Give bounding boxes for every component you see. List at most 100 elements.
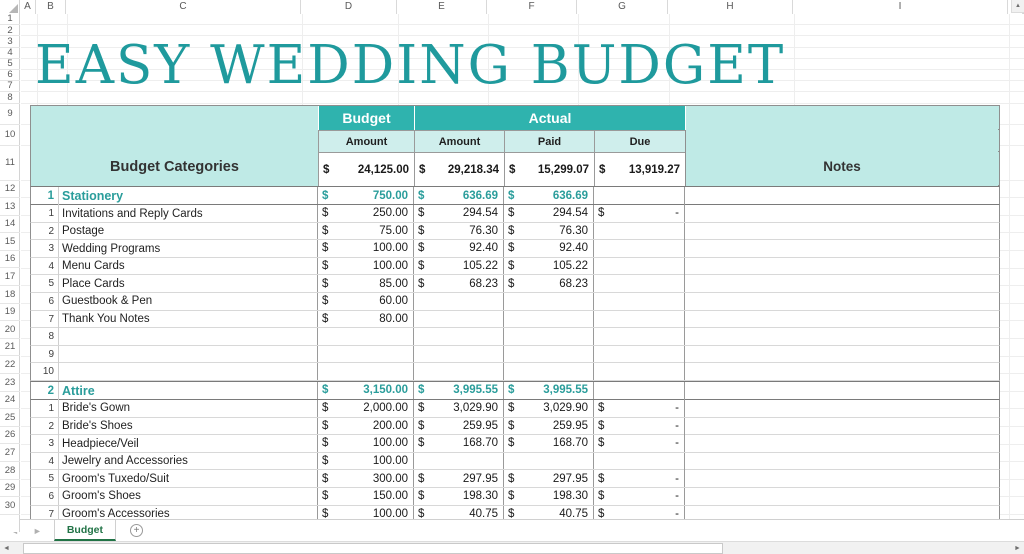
item-due[interactable]	[593, 328, 684, 345]
row-header-2[interactable]: 2	[0, 25, 20, 37]
category-budget-amount[interactable]: $3,150.00	[317, 381, 413, 399]
category-due[interactable]	[593, 381, 684, 399]
table-row[interactable]: 7 Thank You Notes $80.00	[30, 310, 1000, 329]
item-notes[interactable]	[684, 487, 997, 505]
row-header-8[interactable]: 8	[0, 92, 20, 104]
item-due[interactable]: $ -	[593, 435, 684, 452]
table-row[interactable]: 1 Bride's Gown $2,000.00 $3,029.90 $3,029.90…	[30, 399, 1000, 418]
row-header-13[interactable]: 13	[0, 198, 20, 216]
table-row[interactable]: 1 Invitations and Reply Cards $250.00 $294.…	[30, 205, 1000, 223]
item-actual-amount[interactable]: $297.95	[413, 470, 503, 487]
row-header-11[interactable]: 11	[0, 146, 20, 181]
item-budget-amount[interactable]: $100.00	[317, 452, 413, 470]
item-paid[interactable]: $198.30	[503, 487, 593, 505]
item-actual-amount[interactable]: $168.70	[413, 435, 503, 452]
item-due[interactable]	[593, 275, 684, 292]
category-actual-amount[interactable]: $3,995.55	[413, 381, 503, 399]
item-budget-amount[interactable]: $200.00	[317, 417, 413, 435]
item-paid[interactable]: $294.54	[503, 205, 593, 222]
select-all-corner[interactable]	[0, 0, 20, 14]
table-row[interactable]: 9	[30, 345, 1000, 364]
item-budget-amount[interactable]	[317, 345, 413, 363]
item-notes[interactable]	[684, 205, 997, 222]
item-paid[interactable]	[503, 363, 593, 380]
row-header-6[interactable]: 6	[0, 70, 20, 82]
item-budget-amount[interactable]: $100.00	[317, 257, 413, 275]
item-notes[interactable]	[684, 363, 997, 381]
item-budget-amount[interactable]: $85.00	[317, 275, 413, 292]
item-budget-amount[interactable]: $300.00	[317, 470, 413, 487]
item-notes[interactable]	[684, 452, 997, 470]
category-due[interactable]	[593, 187, 684, 204]
item-actual-amount[interactable]: $3,029.90	[413, 399, 503, 417]
column-header-i[interactable]: I	[793, 0, 1008, 14]
row-header-23[interactable]: 23	[0, 374, 20, 392]
row-header-16[interactable]: 16	[0, 251, 20, 269]
row-header-14[interactable]: 14	[0, 216, 20, 234]
item-due[interactable]: $ -	[593, 205, 684, 222]
column-header-d[interactable]: D	[301, 0, 397, 14]
column-header-h[interactable]: H	[668, 0, 793, 14]
item-due[interactable]	[593, 345, 684, 363]
row-header-10[interactable]: 10	[0, 125, 20, 146]
table-row[interactable]: 5 Place Cards $85.00 $68.23 $68.23	[30, 275, 1000, 293]
row-header-24[interactable]: 24	[0, 392, 20, 410]
item-budget-amount[interactable]: $80.00	[317, 310, 413, 328]
item-actual-amount[interactable]	[413, 328, 503, 345]
item-notes[interactable]	[684, 328, 997, 346]
item-due[interactable]: $ -	[593, 487, 684, 505]
item-budget-amount[interactable]: $150.00	[317, 487, 413, 505]
row-header-19[interactable]: 19	[0, 304, 20, 322]
item-actual-amount[interactable]	[413, 292, 503, 310]
row-header-5[interactable]: 5	[0, 59, 20, 70]
row-header-30[interactable]: 30	[0, 497, 20, 515]
row-header-22[interactable]: 22	[0, 356, 20, 375]
add-sheet-icon[interactable]: +	[130, 524, 144, 537]
worksheet-grid[interactable]: EASY WEDDING BUDGET Budget Actual Amount…	[21, 14, 1024, 532]
item-paid[interactable]: $76.30	[503, 222, 593, 240]
row-header-12[interactable]: 12	[0, 181, 20, 199]
category-notes[interactable]	[684, 381, 997, 400]
table-row[interactable]: 3 Headpiece/Veil $100.00 $168.70 $168.70 $ -	[30, 435, 1000, 453]
item-budget-amount[interactable]: $75.00	[317, 222, 413, 240]
item-paid[interactable]: $168.70	[503, 435, 593, 452]
row-header-18[interactable]: 18	[0, 286, 20, 304]
item-budget-amount[interactable]: $100.00	[317, 435, 413, 452]
row-header-26[interactable]: 26	[0, 427, 20, 445]
scroll-right-icon[interactable]: ►	[1011, 541, 1024, 554]
table-row[interactable]: 2 Postage $75.00 $76.30 $76.30	[30, 222, 1000, 241]
table-row[interactable]: 5 Groom's Tuxedo/Suit $300.00 $297.95 $297.9…	[30, 470, 1000, 488]
item-actual-amount[interactable]: $259.95	[413, 417, 503, 435]
column-header-c[interactable]: C	[66, 0, 301, 14]
item-budget-amount[interactable]: $100.00	[317, 240, 413, 257]
item-notes[interactable]	[684, 275, 997, 293]
item-notes[interactable]	[684, 240, 997, 258]
item-budget-amount[interactable]: $250.00	[317, 205, 413, 222]
row-header-27[interactable]: 27	[0, 444, 20, 462]
table-row[interactable]: 6 Groom's Shoes $150.00 $198.30 $198.30 $ -	[30, 487, 1000, 506]
item-due[interactable]	[593, 292, 684, 310]
item-budget-amount[interactable]	[317, 328, 413, 345]
row-header-7[interactable]: 7	[0, 81, 20, 93]
column-header-g[interactable]: G	[577, 0, 668, 14]
table-row[interactable]: 8	[30, 328, 1000, 346]
item-paid[interactable]: $92.40	[503, 240, 593, 257]
item-actual-amount[interactable]: $198.30	[413, 487, 503, 505]
category-row[interactable]: 1 Stationery $750.00 $636.69 $636.69	[30, 186, 1000, 205]
item-notes[interactable]	[684, 470, 997, 488]
row-header-28[interactable]: 28	[0, 462, 20, 480]
item-actual-amount[interactable]	[413, 345, 503, 363]
item-due[interactable]	[593, 240, 684, 257]
column-header-f[interactable]: F	[487, 0, 577, 14]
item-actual-amount[interactable]	[413, 310, 503, 328]
item-actual-amount[interactable]: $92.40	[413, 240, 503, 257]
item-actual-amount[interactable]: $105.22	[413, 257, 503, 275]
item-due[interactable]	[593, 363, 684, 380]
table-row[interactable]: 10	[30, 363, 1000, 381]
category-paid[interactable]: $3,995.55	[503, 381, 593, 399]
item-due[interactable]: $ -	[593, 470, 684, 487]
horizontal-scrollbar[interactable]: ◄ ►	[0, 541, 1024, 554]
item-actual-amount[interactable]: $68.23	[413, 275, 503, 292]
item-notes[interactable]	[684, 435, 997, 453]
horizontal-scroll-track[interactable]	[13, 542, 1011, 554]
